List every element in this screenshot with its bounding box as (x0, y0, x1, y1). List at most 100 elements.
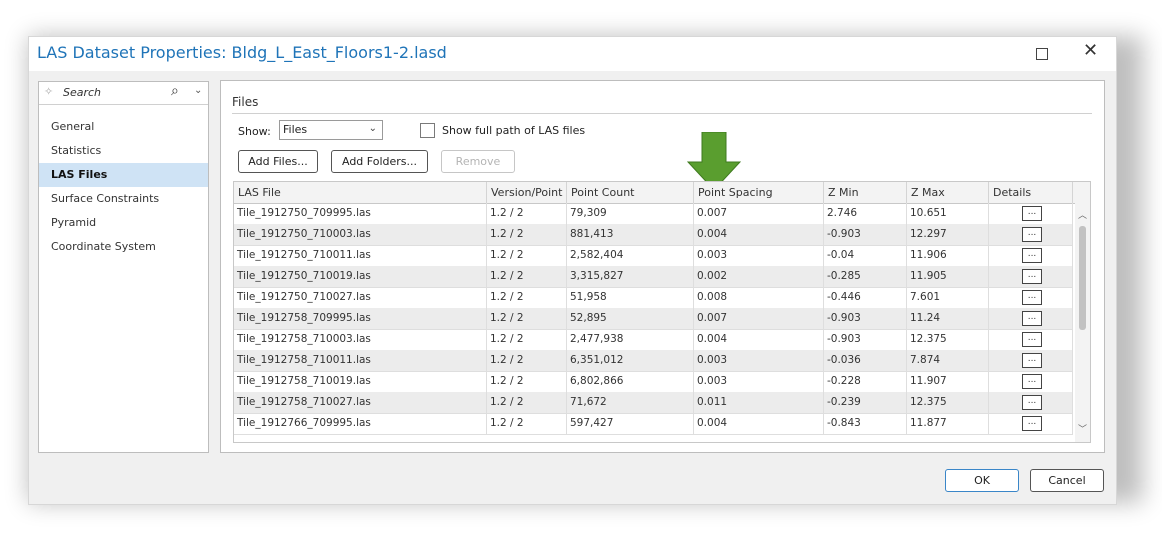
table-row[interactable]: Tile_1912758_710019.las 1.2 / 2 6,802,866 0… (234, 371, 1073, 393)
cell-point-spacing: 0.004 (694, 413, 824, 434)
cell-las-file: Tile_1912758_710019.las (234, 371, 487, 392)
col-z-max[interactable]: Z Max (907, 182, 989, 203)
details-button[interactable]: ... (1022, 206, 1042, 221)
details-button[interactable]: ... (1022, 353, 1042, 368)
chevron-down-icon[interactable]: ⌄ (194, 85, 202, 96)
cell-details: ... (989, 413, 1073, 434)
cell-details: ... (989, 350, 1073, 371)
cell-las-file: Tile_1912758_710003.las (234, 329, 487, 350)
cell-z-max: 11.24 (907, 308, 989, 329)
cell-point-count: 71,672 (567, 392, 694, 413)
las-dataset-properties-dialog: LAS Dataset Properties: Bldg_L_East_Floo… (28, 36, 1117, 505)
remove-button[interactable]: Remove (441, 150, 515, 173)
cell-z-min: -0.903 (824, 224, 907, 245)
col-version-point[interactable]: Version/Point (487, 182, 567, 203)
details-button[interactable]: ... (1022, 311, 1042, 326)
cell-details: ... (989, 266, 1073, 287)
cell-las-file: Tile_1912750_710003.las (234, 224, 487, 245)
cell-details: ... (989, 308, 1073, 329)
details-button[interactable]: ... (1022, 227, 1042, 242)
cell-version-point: 1.2 / 2 (487, 371, 567, 392)
close-icon[interactable]: ✕ (1083, 40, 1098, 61)
cell-version-point: 1.2 / 2 (487, 224, 567, 245)
nav-item-general[interactable]: General (39, 115, 208, 139)
cell-details: ... (989, 392, 1073, 413)
sparkle-icon: ✧ (44, 85, 54, 98)
files-panel: Files Show: Files ⌄ Show full path of LA… (220, 80, 1105, 453)
cell-point-count: 6,802,866 (567, 371, 694, 392)
nav-item-coordinate-system[interactable]: Coordinate System (39, 235, 208, 259)
table-row[interactable]: Tile_1912766_709995.las 1.2 / 2 597,427 0.0… (234, 413, 1073, 435)
search-input[interactable]: ✧ Search ⌕ ⌄ (39, 82, 208, 105)
add-files-button[interactable]: Add Files... (238, 150, 318, 173)
table-row[interactable]: Tile_1912750_710019.las 1.2 / 2 3,315,827 0… (234, 266, 1073, 288)
details-button[interactable]: ... (1022, 290, 1042, 305)
table-row[interactable]: Tile_1912758_710027.las 1.2 / 2 71,672 0.01… (234, 392, 1073, 414)
details-button[interactable]: ... (1022, 248, 1042, 263)
table-row[interactable]: Tile_1912758_710003.las 1.2 / 2 2,477,938 0… (234, 329, 1073, 351)
full-path-checkbox[interactable] (420, 123, 435, 138)
cell-z-min: -0.239 (824, 392, 907, 413)
cell-version-point: 1.2 / 2 (487, 329, 567, 350)
cell-las-file: Tile_1912750_710027.las (234, 287, 487, 308)
table-row[interactable]: Tile_1912758_710011.las 1.2 / 2 6,351,012 0… (234, 350, 1073, 372)
cell-point-spacing: 0.007 (694, 203, 824, 224)
scroll-thumb[interactable] (1079, 226, 1086, 330)
vertical-scrollbar[interactable]: ︿ ﹀ (1075, 203, 1090, 442)
cell-las-file: Tile_1912750_710011.las (234, 245, 487, 266)
details-button[interactable]: ... (1022, 395, 1042, 410)
table-header: LAS File Version/Point Point Count Point… (234, 182, 1090, 204)
col-z-min[interactable]: Z Min (824, 182, 907, 203)
las-files-table: LAS File Version/Point Point Count Point… (233, 181, 1091, 443)
ok-button[interactable]: OK (945, 469, 1019, 492)
details-button[interactable]: ... (1022, 416, 1042, 431)
cell-point-count: 3,315,827 (567, 266, 694, 287)
nav-item-surface-constraints[interactable]: Surface Constraints (39, 187, 208, 211)
maximize-icon[interactable] (1036, 48, 1048, 60)
scroll-down-icon[interactable]: ﹀ (1078, 422, 1087, 435)
cell-version-point: 1.2 / 2 (487, 203, 567, 224)
nav-item-las-files[interactable]: LAS Files (39, 163, 208, 187)
table-row[interactable]: Tile_1912750_709995.las 1.2 / 2 79,309 0.00… (234, 203, 1073, 225)
table-row[interactable]: Tile_1912750_710011.las 1.2 / 2 2,582,404 0… (234, 245, 1073, 267)
search-icon[interactable]: ⌕ (171, 83, 179, 99)
table-row[interactable]: Tile_1912750_710003.las 1.2 / 2 881,413 0.0… (234, 224, 1073, 246)
cell-point-spacing: 0.011 (694, 392, 824, 413)
cell-las-file: Tile_1912750_710019.las (234, 266, 487, 287)
cell-z-min: -0.903 (824, 308, 907, 329)
table-row[interactable]: Tile_1912758_709995.las 1.2 / 2 52,895 0.00… (234, 308, 1073, 330)
search-placeholder: Search (63, 86, 102, 99)
cell-z-max: 10.651 (907, 203, 989, 224)
cell-z-min: -0.228 (824, 371, 907, 392)
col-details[interactable]: Details (989, 182, 1073, 203)
cell-z-max: 11.906 (907, 245, 989, 266)
cell-z-min: -0.843 (824, 413, 907, 434)
nav-item-pyramid[interactable]: Pyramid (39, 211, 208, 235)
show-dropdown[interactable]: Files ⌄ (279, 120, 383, 140)
col-point-count[interactable]: Point Count (567, 182, 694, 203)
cell-z-max: 12.297 (907, 224, 989, 245)
details-button[interactable]: ... (1022, 374, 1042, 389)
nav-item-statistics[interactable]: Statistics (39, 139, 208, 163)
cell-z-max: 12.375 (907, 329, 989, 350)
cell-las-file: Tile_1912750_709995.las (234, 203, 487, 224)
details-button[interactable]: ... (1022, 269, 1042, 284)
cell-z-min: -0.036 (824, 350, 907, 371)
add-folders-button[interactable]: Add Folders... (331, 150, 428, 173)
col-las-file[interactable]: LAS File (234, 182, 487, 203)
table-row[interactable]: Tile_1912750_710027.las 1.2 / 2 51,958 0.00… (234, 287, 1073, 309)
cell-version-point: 1.2 / 2 (487, 413, 567, 434)
scroll-up-icon[interactable]: ︿ (1078, 208, 1087, 221)
cell-details: ... (989, 224, 1073, 245)
col-point-spacing[interactable]: Point Spacing (694, 182, 824, 203)
cell-details: ... (989, 329, 1073, 350)
details-button[interactable]: ... (1022, 332, 1042, 347)
cancel-button[interactable]: Cancel (1030, 469, 1104, 492)
cell-version-point: 1.2 / 2 (487, 266, 567, 287)
cell-z-max: 11.907 (907, 371, 989, 392)
cell-las-file: Tile_1912758_710027.las (234, 392, 487, 413)
cell-point-count: 51,958 (567, 287, 694, 308)
cell-details: ... (989, 203, 1073, 224)
cell-point-spacing: 0.003 (694, 350, 824, 371)
show-label: Show: (238, 125, 271, 138)
